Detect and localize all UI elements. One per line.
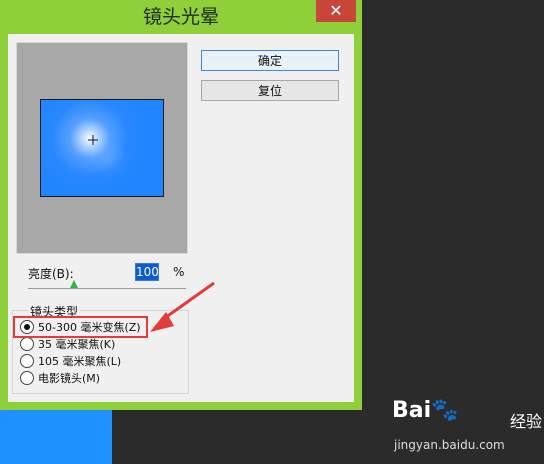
red-arrow-icon — [150, 281, 215, 332]
jingyan-text: 经验 — [510, 412, 543, 431]
baidu-logo: Bai🐾 — [392, 398, 459, 423]
watermark-url: jingyan.baidu.com — [394, 438, 505, 452]
baidu-watermark: Bai🐾 经验 jingyan.baidu.com — [392, 398, 542, 462]
